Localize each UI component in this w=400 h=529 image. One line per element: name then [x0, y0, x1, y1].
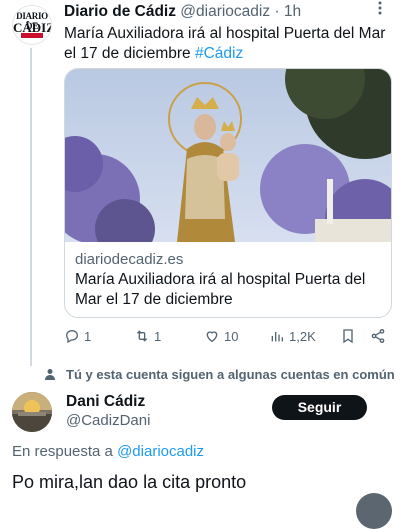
- retweet-action[interactable]: 1: [134, 328, 161, 344]
- link-preview-card[interactable]: diariodecadiz.es María Auxiliadora irá a…: [64, 68, 392, 318]
- views-count: 1,2K: [289, 328, 316, 344]
- header-separator: ·: [274, 3, 280, 20]
- like-count: 10: [224, 328, 239, 344]
- tweet-time[interactable]: 1h: [284, 3, 301, 20]
- dani-cadiz-avatar[interactable]: [12, 392, 52, 432]
- retweet-icon: [136, 330, 148, 342]
- share-action[interactable]: [370, 328, 386, 344]
- social-context: Tú y esta cuenta siguen a algunas cuenta…: [44, 367, 395, 382]
- bookmark-icon: [343, 329, 353, 344]
- views-chart-icon: [271, 332, 283, 342]
- thread-connector-line: [30, 48, 32, 366]
- author-name[interactable]: Diario de Cádiz: [64, 3, 176, 20]
- avatar-logo-stripe: [21, 33, 43, 38]
- follow-button[interactable]: Seguir: [272, 395, 367, 420]
- bookmark-action[interactable]: [340, 328, 356, 344]
- tweet-header: Diario de Cádiz @diariocadiz · 1h: [64, 3, 301, 21]
- in-reply-to: En respuesta a @diariocadiz: [12, 443, 204, 460]
- like-action[interactable]: 10: [204, 328, 238, 344]
- author-handle[interactable]: @diariocadiz: [180, 3, 270, 20]
- person-icon: [45, 369, 55, 380]
- tweet-text: María Auxiliadora irá al hospital Puerta…: [64, 24, 394, 64]
- in-reply-to-prefix: En respuesta a: [12, 443, 118, 460]
- card-domain: diariodecadiz.es: [75, 251, 184, 268]
- reply-author-handle[interactable]: @CadizDani: [66, 412, 150, 429]
- card-title: María Auxiliadora irá al hospital Puerta…: [75, 271, 366, 308]
- social-context-text: Tú y esta cuenta siguen a algunas cuenta…: [66, 367, 395, 382]
- card-image: [65, 69, 391, 242]
- reply-count: 1: [84, 328, 92, 344]
- diario-de-cadiz-avatar[interactable]: DIARIO DE CÁDIZ: [12, 5, 52, 45]
- share-icon: [371, 329, 385, 343]
- hashtag-link[interactable]: #Cádiz: [195, 45, 243, 62]
- reply-author-name[interactable]: Dani Cádiz: [66, 393, 145, 411]
- more-vertical-icon[interactable]: [378, 1, 382, 19]
- retweet-count: 1: [154, 328, 162, 344]
- heart-icon: [206, 331, 218, 343]
- reply-icon: [65, 329, 79, 344]
- in-reply-to-handle[interactable]: @diariocadiz: [117, 443, 204, 460]
- tweet-actions: 1 1 10 1,2K: [64, 328, 394, 348]
- reply-action[interactable]: 1: [64, 328, 91, 344]
- floating-action-button[interactable]: [356, 493, 392, 529]
- views-action[interactable]: 1,2K: [269, 328, 316, 344]
- reply-text: Po mira,lan dao la cita pronto: [12, 472, 247, 492]
